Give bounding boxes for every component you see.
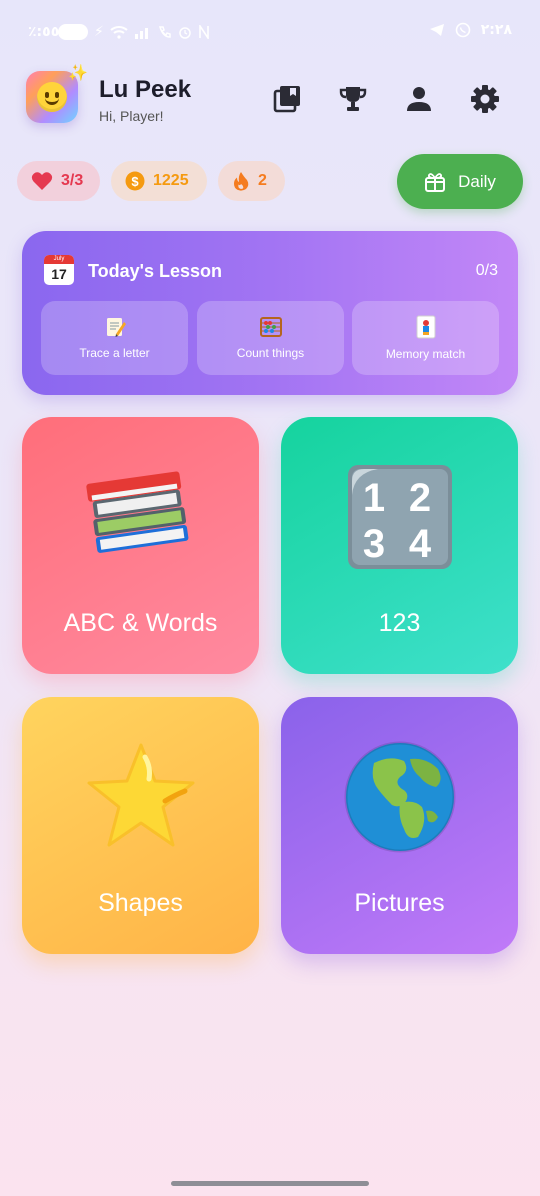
category-label: Pictures [354,889,445,917]
trophy-button[interactable] [336,82,370,116]
lesson-progress: 0/3 [475,262,498,279]
category-label: ABC & Words [63,609,218,637]
calendar-day: 17 [51,266,67,282]
settings-button[interactable] [468,82,502,116]
alarm-icon [179,27,191,39]
status-time-left: ٪:٥٥ [28,24,60,40]
lesson-title: Today's Lesson [88,261,222,281]
abacus-icon [259,317,282,337]
home-indicator[interactable] [171,1181,369,1186]
category-abc-words[interactable]: ABC & Words [22,417,259,674]
sparkle-icon: ✨ [68,63,88,82]
streak-pill[interactable]: 2 [218,161,285,201]
call-icon [158,26,171,38]
books-icon [85,471,188,553]
status-bar: ٪:٥٥ ⚡ ٢:٢٨ [0,0,540,64]
nfc-icon [199,25,209,39]
task-label: Trace a letter [79,346,150,360]
globe-icon [344,741,455,853]
category-pictures[interactable]: Pictures [281,697,518,954]
card-icon [416,315,435,339]
task-count-things[interactable]: Count things [197,301,344,375]
star-icon [87,743,194,847]
status-time-right: ٢:٢٨ [480,22,512,38]
user-name: Lu Peek [99,76,192,103]
status-left-icons: ⚡ [58,24,210,40]
telegram-icon [429,24,444,36]
coin-icon: $ [125,171,145,191]
trophy-icon [339,87,367,111]
category-label: 123 [378,609,421,637]
library-button[interactable] [270,82,304,116]
daily-button[interactable]: Daily [397,154,523,209]
category-shapes[interactable]: Shapes [22,697,259,954]
category-123[interactable]: 1 2 3 4 123 [281,417,518,674]
task-memory-match[interactable]: Memory match [352,301,499,375]
calendar-icon: July 17 [44,255,74,285]
task-label: Memory match [385,347,466,361]
daily-label: Daily [458,171,496,191]
task-label: Count things [236,346,305,360]
profile-button[interactable] [402,82,436,116]
memo-icon [106,318,126,337]
numbers-icon: 1 2 3 4 [347,465,452,569]
status-right-icons: ٢:٢٨ [429,22,512,38]
calendar-month: July [44,255,74,264]
smiley-face-icon [37,82,67,112]
whatsapp-icon [455,22,471,38]
task-trace-a-letter[interactable]: Trace a letter [41,301,188,375]
svg-text:$: $ [131,174,139,189]
svg-text:2: 2 [408,476,430,520]
heart-icon [31,172,53,190]
signal-icon [134,28,148,39]
hearts-pill[interactable]: 3/3 [17,161,100,201]
toggle-icon [58,24,88,40]
todays-lesson-card[interactable]: July 17 Today's Lesson 0/3 Trace a lette… [22,231,518,395]
greeting-text: Hi, Player! [99,108,164,124]
library-icon [273,86,300,113]
coins-pill[interactable]: $ 1225 [111,161,207,201]
category-label: Shapes [98,889,183,917]
svg-text:4: 4 [408,522,431,566]
wifi-icon [110,26,128,39]
profile-icon [407,87,431,111]
hearts-count: 3/3 [61,172,84,189]
gift-icon [425,172,446,192]
fire-icon [234,172,249,191]
svg-text:3: 3 [362,522,384,566]
bolt-icon: ⚡ [94,24,104,40]
settings-icon [471,85,499,113]
svg-text:1: 1 [362,476,384,520]
streak-count: 2 [258,172,267,189]
coins-count: 1225 [153,172,189,189]
